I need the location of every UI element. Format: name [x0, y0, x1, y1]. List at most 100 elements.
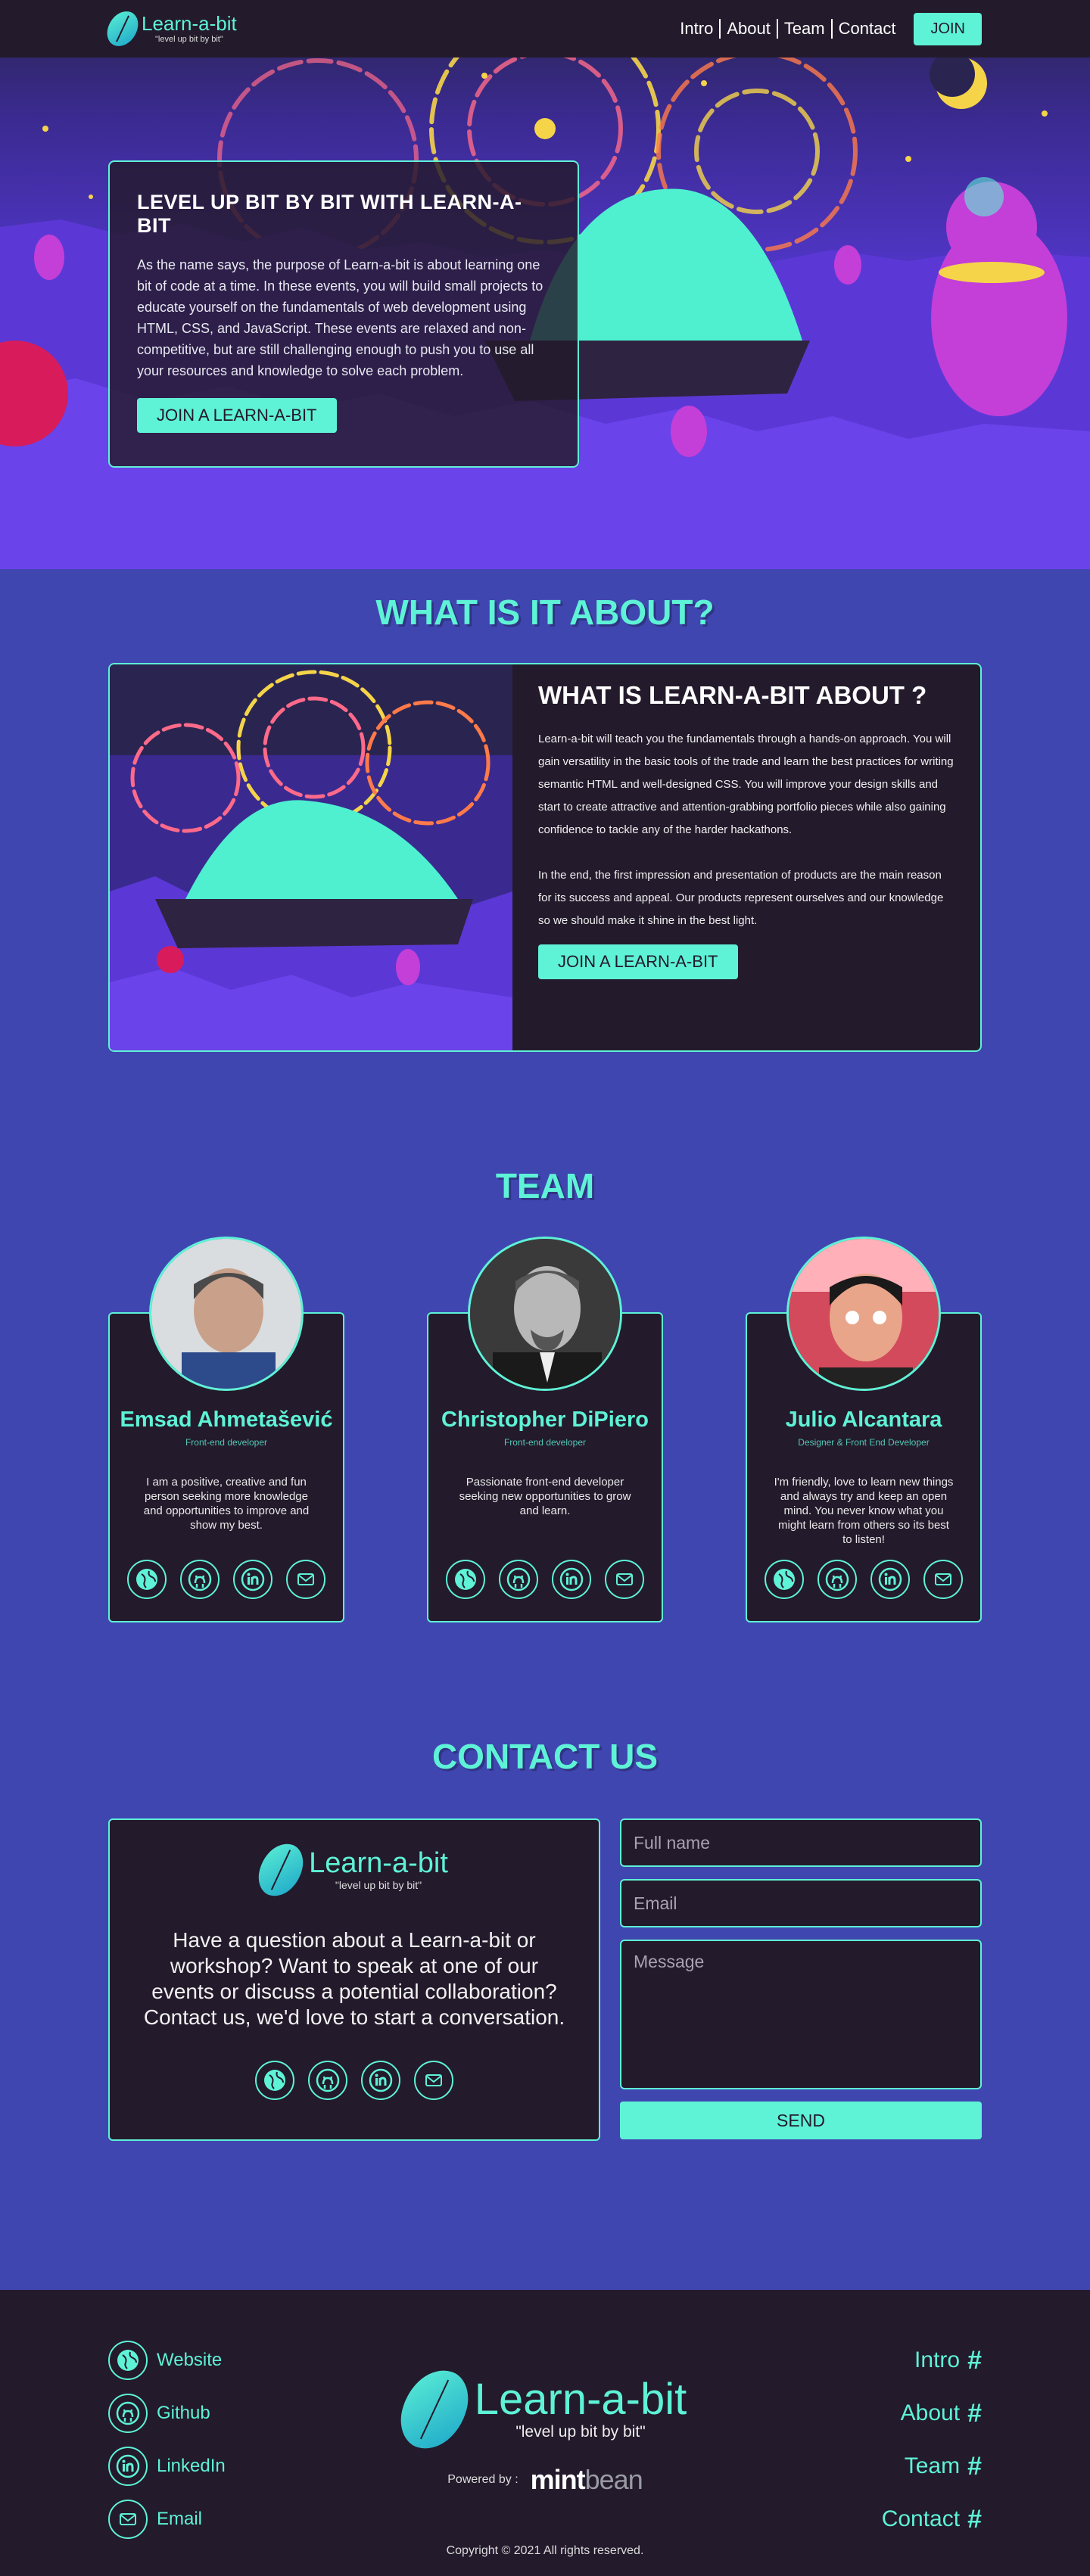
footer-social-links: Website Github LinkedIn Email: [108, 2334, 226, 2546]
footer-link-email[interactable]: Email: [108, 2493, 226, 2546]
about-image: [110, 664, 512, 1050]
nav-link-about[interactable]: About: [719, 19, 777, 39]
nav-link-contact[interactable]: Contact: [830, 19, 902, 39]
mail-icon[interactable]: [923, 1560, 963, 1599]
leaf-logo-icon: [394, 2362, 475, 2457]
footer-link-website[interactable]: Website: [108, 2334, 226, 2387]
globe-icon[interactable]: [127, 1560, 167, 1599]
about-join-button[interactable]: JOIN A LEARN-A-BIT: [538, 944, 738, 979]
footer-link-label: Website: [157, 2350, 223, 2370]
powered-by-label: Powered by :: [447, 2473, 519, 2486]
about-title: WHAT IS LEARN-A-BIT ABOUT ?: [538, 681, 927, 709]
hero-card: LEVEL UP BIT BY BIT WITH LEARN-A-BIT As …: [108, 160, 579, 468]
mail-icon[interactable]: [605, 1560, 644, 1599]
copyright: Copyright © 2021 All rights reserved.: [446, 2544, 644, 2557]
brand-name: Learn-a-bit: [309, 1847, 448, 1879]
team-section: TEAM Emsad Ahmetašević Front-end develop…: [0, 1052, 1090, 1622]
mail-icon[interactable]: [414, 2061, 453, 2100]
team-member: Emsad Ahmetašević Front-end developer I …: [108, 1237, 344, 1622]
leaf-logo-icon: [254, 1838, 308, 1902]
nav-links: Intro About Team Contact JOIN: [674, 12, 982, 45]
linkedin-icon[interactable]: [552, 1560, 591, 1599]
member-bio: I am a positive, creative and fun person…: [143, 1476, 310, 1532]
member-bio: Passionate front-end developer seeking n…: [459, 1476, 631, 1517]
brand-name: Learn-a-bit: [474, 2375, 687, 2424]
social-links: [428, 1560, 662, 1599]
footer-nav-team[interactable]: Team #: [882, 2440, 982, 2493]
about-section: WHAT IS IT ABOUT? WHAT IS LEARN-A-BIT AB…: [0, 569, 1090, 1052]
mintbean-logo[interactable]: mintbean: [531, 2464, 643, 2496]
join-button[interactable]: JOIN: [914, 12, 982, 45]
contact-brand-logo: Learn-a-bit "level up bit by bit": [110, 1838, 599, 1902]
brand-tagline: "level up bit by bit": [335, 1879, 422, 1891]
footer-link-github[interactable]: Github: [108, 2387, 226, 2440]
nav-link-team[interactable]: Team: [776, 19, 831, 39]
hero-title: LEVEL UP BIT BY BIT WITH LEARN-A-BIT: [137, 191, 522, 237]
globe-icon[interactable]: [446, 1560, 485, 1599]
footer-link-label: Email: [157, 2509, 203, 2529]
globe-icon[interactable]: [255, 2061, 294, 2100]
footer-link-label: Github: [157, 2403, 210, 2423]
full-name-field[interactable]: [620, 1818, 982, 1867]
avatar: [149, 1237, 304, 1391]
member-role: Front-end developer: [185, 1437, 268, 1448]
mail-icon: [108, 2500, 148, 2539]
about-section-title: WHAT IS IT ABOUT?: [375, 593, 715, 632]
team-member: Julio Alcantara Designer & Front End Dev…: [746, 1237, 982, 1622]
social-links: [747, 1560, 980, 1599]
contact-form: SEND: [620, 1818, 982, 2141]
contact-card: Learn-a-bit "level up bit by bit" Have a…: [108, 1818, 600, 2141]
leaf-logo-icon: [104, 7, 142, 51]
member-bio: I'm friendly, love to learn new things a…: [774, 1476, 954, 1546]
github-icon[interactable]: [180, 1560, 220, 1599]
nav-link-intro[interactable]: Intro: [674, 19, 719, 39]
linkedin-icon: [108, 2447, 148, 2486]
team-member: Christopher DiPiero Front-end developer …: [427, 1237, 663, 1622]
powered-by: Powered by : mintbean: [394, 2464, 696, 2496]
about-card: WHAT IS LEARN-A-BIT ABOUT ? Learn-a-bit …: [108, 663, 982, 1052]
team-list: Emsad Ahmetašević Front-end developer I …: [108, 1237, 982, 1622]
email-field[interactable]: [620, 1879, 982, 1927]
linkedin-icon[interactable]: [233, 1560, 272, 1599]
github-icon: [108, 2394, 148, 2433]
send-button[interactable]: SEND: [620, 2102, 982, 2139]
stage-illustration: [110, 664, 512, 1050]
hero-join-button[interactable]: JOIN A LEARN-A-BIT: [137, 398, 337, 433]
hash-icon: #: [967, 2451, 982, 2481]
linkedin-icon[interactable]: [361, 2061, 400, 2100]
member-name: Julio Alcantara: [785, 1408, 942, 1432]
message-field[interactable]: [620, 1940, 982, 2089]
contact-section-title: CONTACT US: [431, 1737, 659, 1776]
globe-icon: [108, 2341, 148, 2380]
avatar: [786, 1237, 941, 1391]
github-icon[interactable]: [499, 1560, 538, 1599]
social-links: [110, 2061, 599, 2100]
footer: Website Github LinkedIn Email Learn-a-bi…: [0, 2290, 1090, 2576]
about-paragraph-1: Learn-a-bit will teach you the fundament…: [538, 733, 954, 836]
footer-nav-about[interactable]: About #: [882, 2387, 982, 2440]
footer-nav: Intro # About # Team # Contact #: [882, 2334, 982, 2546]
github-icon[interactable]: [308, 2061, 347, 2100]
footer-link-linkedin[interactable]: LinkedIn: [108, 2440, 226, 2493]
brand-name: Learn-a-bit: [142, 12, 237, 35]
footer-nav-intro[interactable]: Intro #: [882, 2334, 982, 2387]
hero-section: LEVEL UP BIT BY BIT WITH LEARN-A-BIT As …: [0, 0, 1090, 569]
brand-tagline: "level up bit by bit": [154, 35, 223, 44]
globe-icon[interactable]: [765, 1560, 804, 1599]
hash-icon: #: [967, 2398, 982, 2428]
hero-text: As the name says, the purpose of Learn-a…: [137, 257, 543, 378]
member-role: Designer & Front End Developer: [798, 1437, 930, 1448]
member-name: Christopher DiPiero: [441, 1408, 649, 1432]
team-section-title: TEAM: [495, 1166, 595, 1206]
footer-link-label: LinkedIn: [157, 2456, 226, 2476]
avatar: [468, 1237, 622, 1391]
about-paragraph-2: In the end, the first impression and pre…: [538, 869, 944, 927]
mail-icon[interactable]: [286, 1560, 325, 1599]
brand-logo[interactable]: Learn-a-bit "level up bit by bit": [104, 7, 237, 51]
footer-nav-contact[interactable]: Contact #: [882, 2493, 982, 2546]
member-role: Front-end developer: [503, 1437, 587, 1448]
linkedin-icon[interactable]: [870, 1560, 910, 1599]
contact-section: CONTACT US Learn-a-bit "level up bit by …: [0, 1622, 1090, 2141]
hash-icon: #: [967, 2345, 982, 2375]
github-icon[interactable]: [818, 1560, 857, 1599]
